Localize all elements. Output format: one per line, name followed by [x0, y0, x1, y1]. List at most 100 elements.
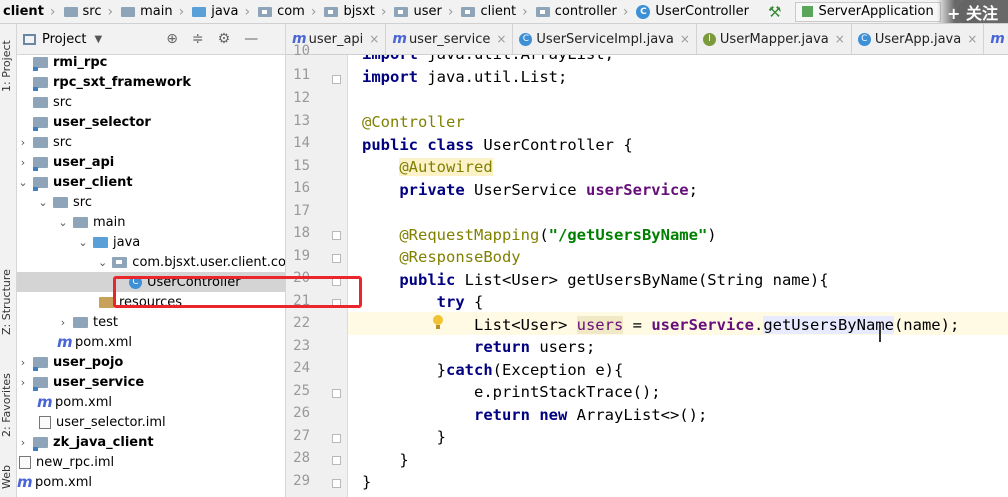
tab-label: UserServiceImpl.java: [536, 31, 674, 47]
project-tool-button[interactable]: 1: Project: [0, 30, 17, 102]
locate-icon[interactable]: ⊕: [166, 31, 178, 47]
fold-marker-icon[interactable]: [332, 231, 341, 240]
run-configuration-select[interactable]: ServerApplication: [795, 1, 941, 22]
breadcrumb-controller[interactable]: controller: [533, 0, 620, 23]
maven-icon: m: [37, 393, 53, 411]
favorites-tool-button[interactable]: 2: Favorites: [0, 364, 17, 446]
fold-marker-icon[interactable]: [332, 434, 341, 443]
chevron-down-icon[interactable]: ▼: [94, 34, 102, 45]
tree-item-src[interactable]: › src: [17, 132, 285, 152]
tab-user[interactable]: muser: [984, 24, 1008, 54]
fold-marker-icon[interactable]: [332, 389, 341, 398]
tab-userapp[interactable]: C UserApp.java ×: [852, 24, 985, 54]
web-tool-button[interactable]: Web: [0, 462, 17, 492]
breadcrumb-com[interactable]: com: [255, 0, 308, 23]
breadcrumb-bjsxt[interactable]: bjsxt: [321, 0, 377, 23]
tree-item-user-service[interactable]: › user_service: [17, 372, 285, 392]
tree-item-rpc-sxt-framework[interactable]: rpc_sxt_framework: [17, 72, 285, 92]
line-number: 23: [293, 338, 310, 354]
tree-item-pom[interactable]: m pom.xml: [17, 332, 285, 352]
fold-marker-icon[interactable]: [332, 456, 341, 465]
tree-item-test[interactable]: › test: [17, 312, 285, 332]
fold-marker-icon[interactable]: [332, 75, 341, 84]
run-configuration-label: ServerApplication: [818, 4, 934, 19]
project-view-selector[interactable]: Project: [42, 32, 86, 47]
tree-item-main[interactable]: ⌄ main: [17, 212, 285, 232]
line-number: 16: [293, 180, 310, 196]
chevron-right-icon[interactable]: ›: [17, 356, 29, 369]
line-number: 26: [293, 405, 310, 421]
breadcrumb-java[interactable]: java: [189, 0, 241, 23]
module-folder-icon: [33, 116, 48, 131]
module-folder-icon: [33, 176, 48, 191]
chevron-right-icon[interactable]: ›: [17, 156, 29, 169]
class-icon: C: [857, 32, 871, 46]
tree-item-root-pom[interactable]: m pom.xml: [17, 472, 285, 492]
ide-window: client › src › main › java › com › bjsxt…: [0, 0, 1008, 497]
close-icon[interactable]: ×: [680, 32, 690, 46]
tree-item-user-pojo[interactable]: › user_pojo: [17, 352, 285, 372]
tree-item-src[interactable]: ⌄ src: [17, 192, 285, 212]
hide-icon[interactable]: —: [244, 31, 258, 47]
tool-label: 1: Project: [0, 40, 13, 92]
close-icon[interactable]: ×: [369, 32, 379, 46]
breadcrumb-client[interactable]: client: [0, 0, 47, 23]
close-icon[interactable]: ×: [835, 32, 845, 46]
gear-icon[interactable]: ⚙: [218, 31, 231, 47]
chevron-down-icon[interactable]: ⌄: [57, 216, 69, 229]
module-folder-icon: [33, 376, 48, 391]
tab-userserviceimpl[interactable]: C UserServiceImpl.java ×: [513, 24, 697, 54]
chevron-down-icon[interactable]: ⌄: [77, 236, 89, 249]
chevron-right-icon[interactable]: ›: [17, 436, 29, 449]
breadcrumb-src[interactable]: src: [61, 0, 105, 23]
chevron-down-icon[interactable]: ⌄: [37, 196, 49, 209]
chevron-down-icon[interactable]: ⌄: [17, 176, 29, 189]
breadcrumb-label: client: [3, 4, 44, 19]
lightbulb-intention-icon[interactable]: [432, 314, 444, 332]
folder-icon: [33, 96, 48, 108]
breadcrumb-label: java: [211, 4, 239, 19]
hammer-build-icon[interactable]: ⚒: [768, 3, 781, 21]
fold-marker-icon[interactable]: [332, 479, 341, 488]
chevron-right-icon[interactable]: ›: [17, 376, 29, 389]
breadcrumb-user[interactable]: user: [391, 0, 444, 23]
breadcrumb-main[interactable]: main: [118, 0, 175, 23]
chevron-right-icon[interactable]: ›: [57, 316, 69, 329]
tree-item-rmi-rpc[interactable]: rmi_rpc: [17, 52, 285, 72]
class-icon: C: [636, 4, 651, 19]
tree-item-label: rmi_rpc: [53, 54, 108, 70]
tree-item-user-api[interactable]: › user_api: [17, 152, 285, 172]
close-icon[interactable]: ×: [967, 32, 977, 46]
tree-item-java[interactable]: ⌄ java: [17, 232, 285, 252]
tree-item-user-client[interactable]: ⌄ user_client: [17, 172, 285, 192]
tree-item-new-rpc-iml[interactable]: new_rpc.iml: [17, 452, 285, 472]
tree-item-label: src: [73, 194, 92, 210]
line-number: 25: [293, 383, 310, 399]
follow-button[interactable]: + 关注: [937, 0, 1008, 23]
fold-marker-icon[interactable]: [332, 254, 341, 263]
code-line: import java.util.ArrayList;: [362, 55, 614, 65]
tree-item-src[interactable]: src: [17, 92, 285, 112]
close-icon[interactable]: ×: [496, 32, 506, 46]
module-folder-icon: [33, 436, 48, 451]
code-line: }: [362, 451, 409, 469]
chevron-down-icon[interactable]: ⌄: [97, 256, 108, 269]
tab-user-service[interactable]: m user_service ×: [386, 24, 514, 54]
tab-label: user_service: [408, 31, 491, 47]
resources-folder-icon: [99, 296, 114, 308]
tree-item-package[interactable]: ⌄ com.bjsxt.user.client.co: [17, 252, 285, 272]
code-line: @RequestMapping("/getUsersByName"): [399, 226, 717, 244]
structure-tool-button[interactable]: Z: Structure: [0, 260, 17, 344]
code-editor[interactable]: import java.util.ArrayList; import java.…: [348, 55, 1008, 497]
collapse-all-icon[interactable]: ≑: [192, 31, 204, 47]
tab-usermapper[interactable]: I UserMapper.java ×: [697, 24, 852, 54]
tree-item-user-selector[interactable]: user_selector: [17, 112, 285, 132]
tab-label: UserApp.java: [874, 31, 962, 47]
tree-item-zk-java-client[interactable]: › zk_java_client: [17, 432, 285, 452]
breadcrumb-label: src: [82, 4, 102, 19]
breadcrumb-client-pkg[interactable]: client: [458, 0, 519, 23]
tree-item-iml[interactable]: user_selector.iml: [17, 412, 285, 432]
chevron-right-icon[interactable]: ›: [17, 136, 29, 149]
tree-item-pom[interactable]: m pom.xml: [17, 392, 285, 412]
breadcrumb-usercontroller[interactable]: C UserController: [633, 0, 752, 23]
